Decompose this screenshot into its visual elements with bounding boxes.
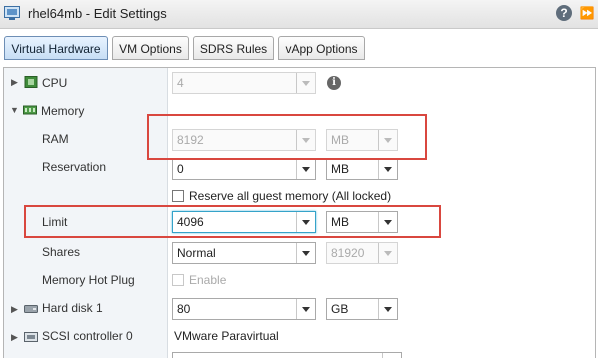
- chevron-down-icon: [384, 307, 392, 312]
- chevron-down-icon: [302, 251, 310, 256]
- shares-value: Normal: [177, 246, 216, 260]
- hard-disk-size-input[interactable]: 80: [172, 298, 316, 320]
- hard-disk-label: Hard disk 1: [42, 301, 103, 315]
- ram-label: RAM: [42, 132, 69, 146]
- scsi-label: SCSI controller 0: [42, 329, 133, 343]
- title-bar: rhel64mb - Edit Settings ? ⏩: [0, 0, 598, 29]
- chevron-down-icon: [302, 167, 310, 172]
- expand-scsi-icon[interactable]: ▶: [11, 332, 18, 343]
- shares-amount-input[interactable]: 81920: [326, 242, 398, 264]
- reservation-input[interactable]: 0: [172, 158, 316, 180]
- reservation-label: Reservation: [42, 160, 107, 174]
- next-row-select[interactable]: [172, 352, 402, 358]
- chevron-down-icon: [384, 251, 392, 256]
- shares-select[interactable]: Normal: [172, 242, 316, 264]
- memory-icon: [23, 105, 37, 115]
- reserve-all-checkbox[interactable]: [172, 190, 184, 202]
- ram-highlight-box: [147, 114, 427, 160]
- hard-disk-unit: GB: [331, 302, 349, 316]
- expand-cpu-icon[interactable]: ▶: [11, 77, 18, 88]
- cpu-value: 4: [177, 76, 184, 90]
- hot-plug-enable-label: Enable: [189, 273, 227, 287]
- reservation-unit-select[interactable]: MB: [326, 158, 398, 180]
- window-title: rhel64mb - Edit Settings: [28, 6, 167, 21]
- tab-vm-options[interactable]: VM Options: [112, 36, 189, 60]
- hot-plug-label: Memory Hot Plug: [42, 273, 135, 287]
- tab-vapp-options[interactable]: vApp Options: [278, 36, 365, 60]
- tab-sdrs-rules[interactable]: SDRS Rules: [193, 36, 274, 60]
- chevron-down-icon: [302, 307, 310, 312]
- chevron-down-icon: [384, 167, 392, 172]
- chevron-down-icon: [302, 81, 310, 86]
- tab-virtual-hardware[interactable]: Virtual Hardware: [4, 36, 108, 60]
- shares-label: Shares: [42, 245, 81, 259]
- tab-bar: Virtual Hardware VM Options SDRS Rules v…: [0, 36, 598, 62]
- cpu-label: CPU: [42, 76, 68, 90]
- collapse-memory-icon[interactable]: ▼: [10, 105, 19, 115]
- limit-highlight-box: [24, 205, 441, 238]
- more-icon[interactable]: ⏩: [579, 5, 595, 21]
- reserve-all-label: Reserve all guest memory (All locked): [189, 189, 392, 203]
- hot-plug-checkbox[interactable]: [172, 274, 184, 286]
- scsi-value: VMware Paravirtual: [174, 329, 279, 343]
- expand-hard-disk-icon[interactable]: ▶: [11, 304, 18, 315]
- shares-amount: 81920: [331, 246, 365, 260]
- cpu-select[interactable]: 4: [172, 72, 316, 94]
- info-icon[interactable]: i: [327, 76, 341, 90]
- hard-disk-unit-select[interactable]: GB: [326, 298, 398, 320]
- reservation-unit: MB: [331, 162, 349, 176]
- reservation-value: 0: [177, 162, 184, 176]
- help-icon[interactable]: ?: [556, 5, 572, 21]
- hard-disk-icon: [24, 305, 38, 313]
- hard-disk-value: 80: [177, 302, 191, 316]
- scsi-controller-icon: [24, 332, 38, 342]
- vm-icon: [4, 6, 20, 20]
- memory-label: Memory: [41, 104, 85, 118]
- cpu-icon: [24, 76, 38, 88]
